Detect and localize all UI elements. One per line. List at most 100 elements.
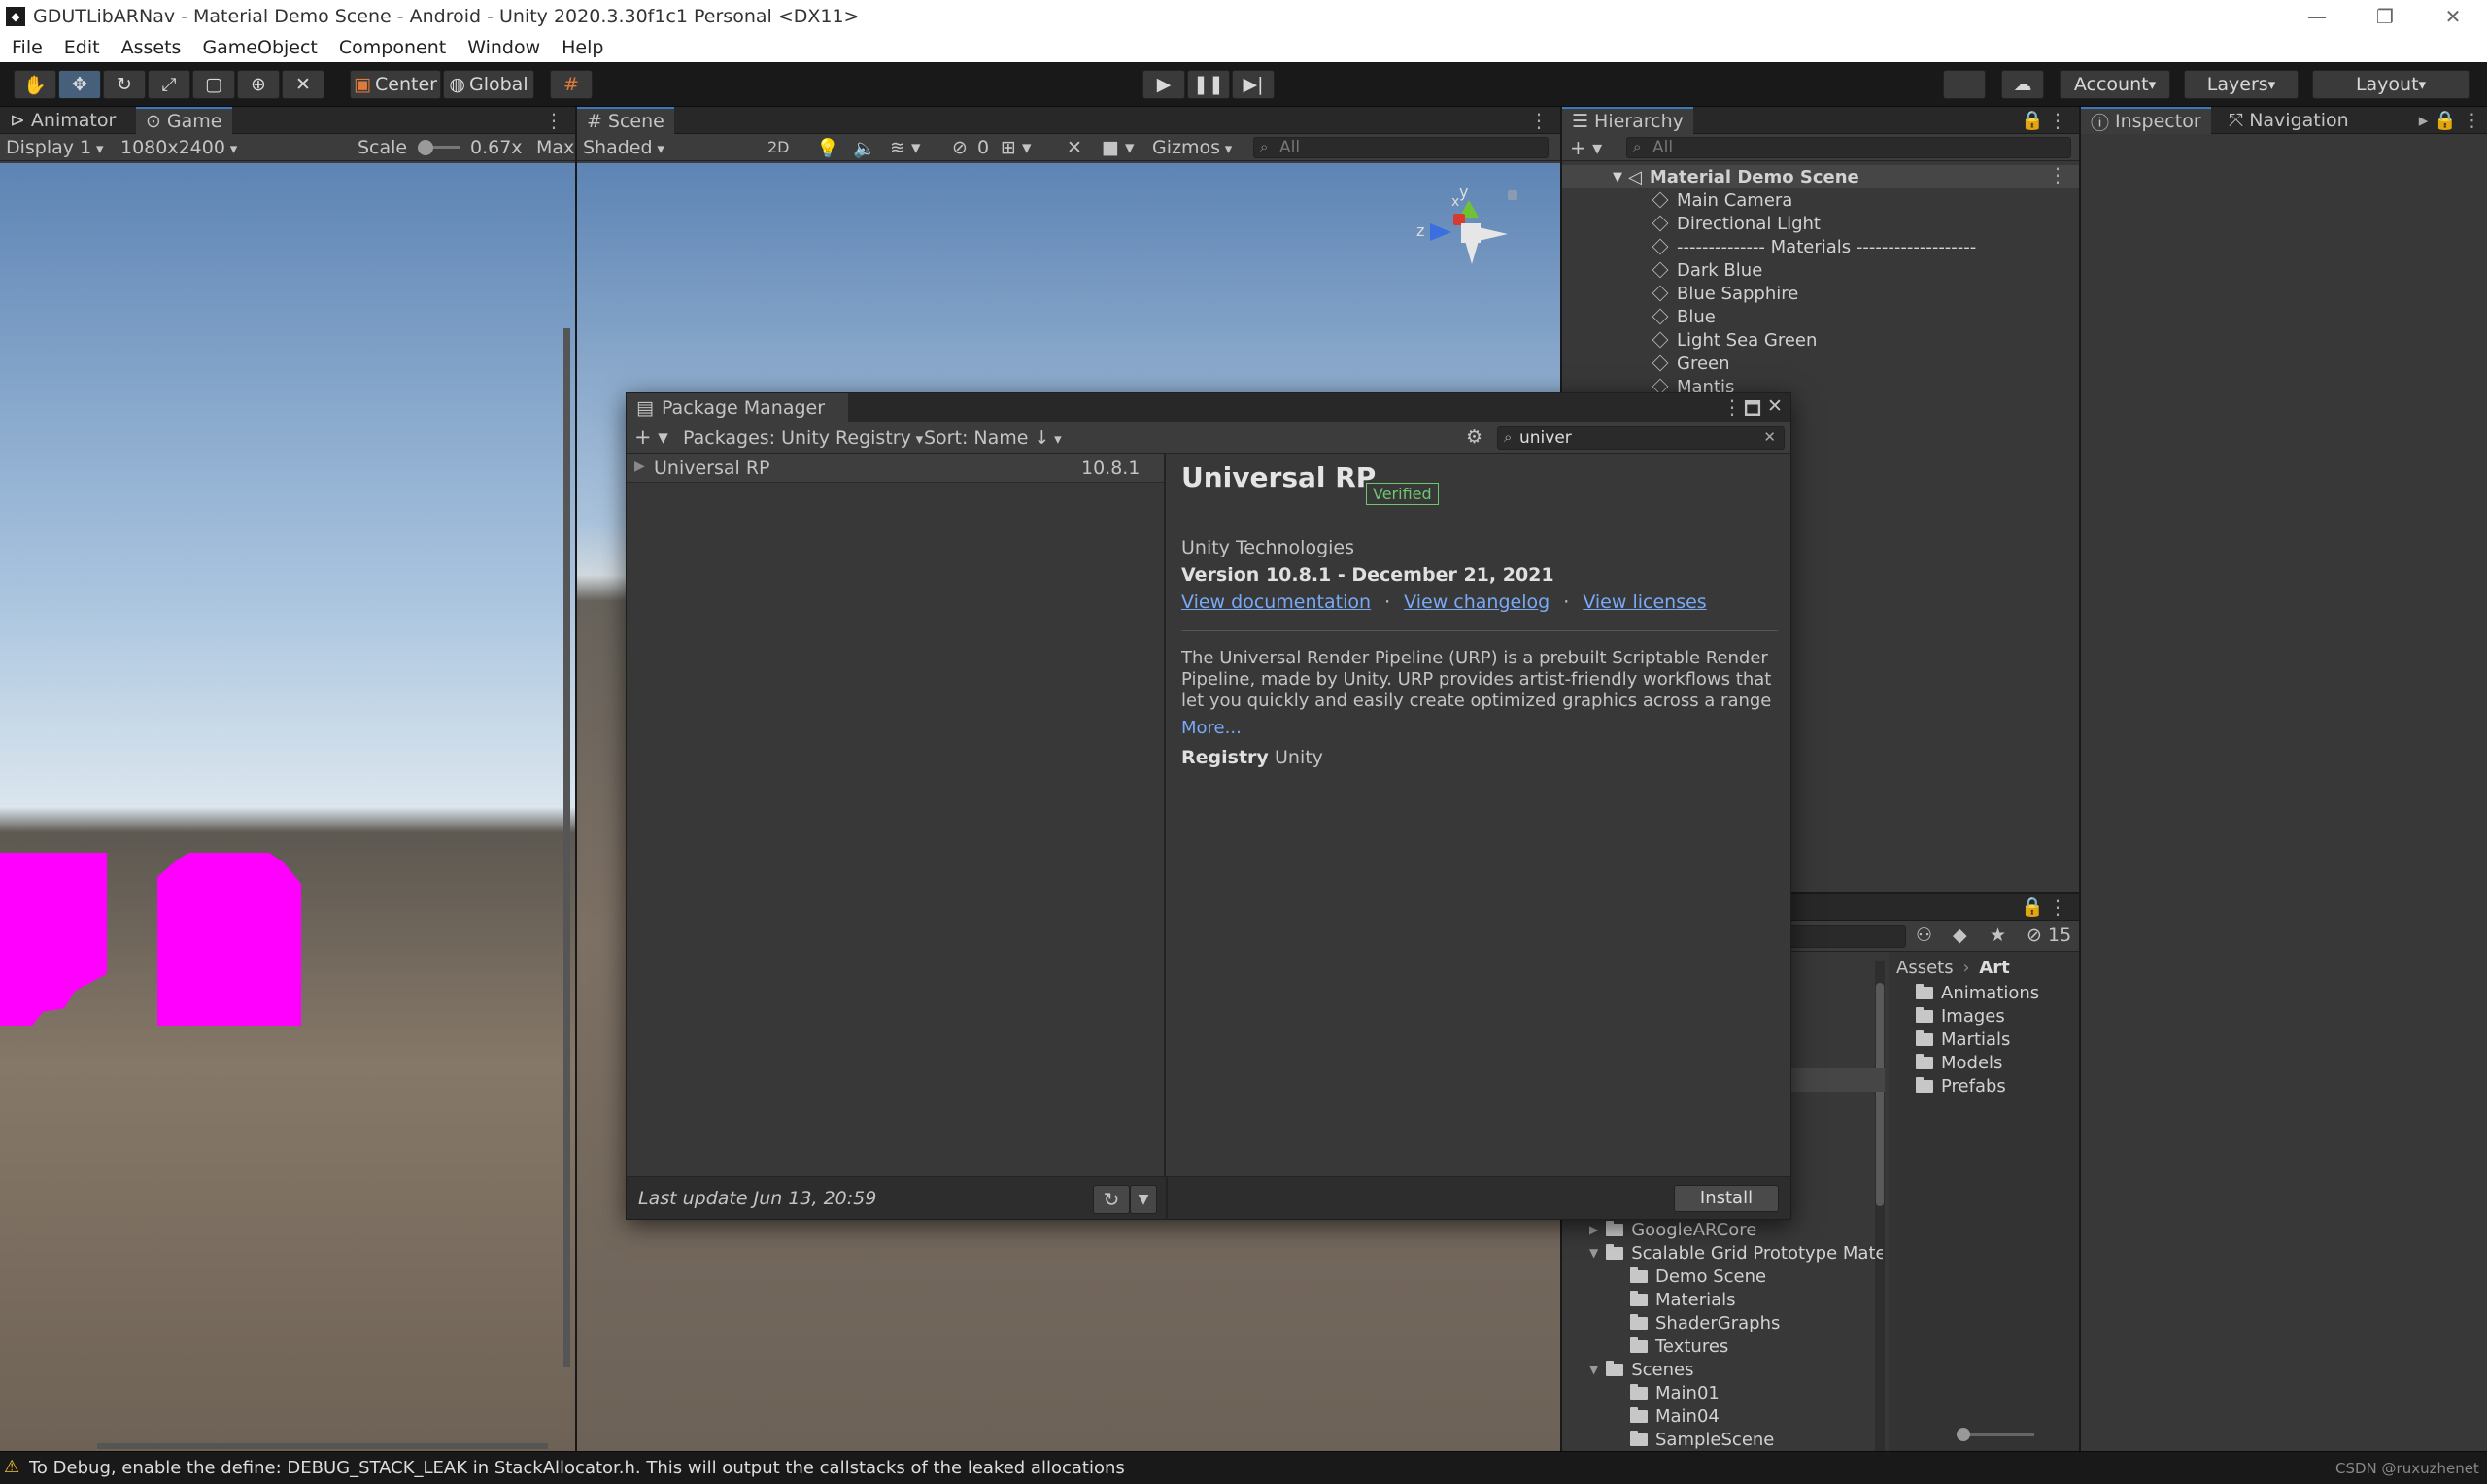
hidden-objects-icon[interactable]: ⊘: [952, 137, 968, 158]
custom-tool-button[interactable]: ✕: [282, 70, 324, 99]
layers-dropdown[interactable]: Layers: [2184, 70, 2299, 99]
pivot-center-button[interactable]: ▣ Center: [350, 70, 441, 99]
list-item[interactable]: ▼ Scalable Grid Prototype Mate: [1562, 1241, 1883, 1265]
hierarchy-add-button[interactable]: + ▾: [1570, 136, 1602, 159]
view-changelog-link[interactable]: View changelog: [1404, 591, 1550, 613]
tools-toggle-icon[interactable]: ✕: [1067, 137, 1082, 158]
list-item[interactable]: Dark Blue: [1562, 258, 1762, 282]
project-lock-icon[interactable]: 🔒: [2021, 895, 2044, 918]
scene-search-input[interactable]: ⌕ All: [1253, 137, 1549, 158]
tab-animator[interactable]: ⊳ Animator: [0, 107, 125, 134]
breadcrumb-assets[interactable]: Assets: [1896, 958, 1954, 978]
scale-slider-handle[interactable]: [418, 140, 433, 155]
scale-tool-button[interactable]: ⤢: [148, 70, 190, 99]
gizmos-dropdown[interactable]: Gizmos: [1152, 137, 1232, 158]
refresh-button[interactable]: ↻: [1093, 1185, 1130, 1214]
list-item[interactable]: -------------- Materials ---------------…: [1562, 235, 1976, 258]
rect-tool-button[interactable]: ▢: [192, 70, 235, 99]
game-vertical-scrollbar[interactable]: [563, 328, 570, 1367]
game-panel-menu-icon[interactable]: ⋮: [544, 109, 563, 132]
list-item[interactable]: Green: [1562, 352, 1730, 375]
hierarchy-search-input[interactable]: ⌕ All: [1626, 137, 2071, 158]
layout-dropdown[interactable]: Layout: [2312, 70, 2470, 99]
collab-button[interactable]: [1943, 70, 1986, 99]
menu-assets[interactable]: Assets: [110, 37, 191, 58]
list-item[interactable]: Images: [1889, 1004, 2005, 1028]
list-item[interactable]: Models: [1889, 1051, 2002, 1074]
list-item[interactable]: Main04: [1562, 1404, 1720, 1428]
pm-sort-dropdown[interactable]: Sort: Name ↓: [924, 427, 1062, 449]
cloud-button[interactable]: ☁: [2001, 70, 2044, 99]
filter-by-label-icon[interactable]: ◆: [1953, 925, 1967, 946]
shading-mode-dropdown[interactable]: Shaded: [583, 137, 752, 158]
transform-tool-button[interactable]: ⊕: [237, 70, 280, 99]
menu-help[interactable]: Help: [550, 37, 613, 58]
pause-button[interactable]: ❚❚: [1187, 70, 1230, 99]
effects-toggle-icon[interactable]: ≋ ▾: [890, 137, 921, 158]
menu-component[interactable]: Component: [327, 37, 456, 58]
list-item[interactable]: ▼ Scenes: [1562, 1358, 1694, 1381]
view-licenses-link[interactable]: View licenses: [1583, 591, 1706, 613]
pm-add-button[interactable]: + ▾: [634, 425, 668, 449]
hierarchy-lock-icon[interactable]: 🔒: [2021, 109, 2044, 131]
icon-size-slider-handle[interactable]: [1957, 1428, 1970, 1441]
menu-gameobject[interactable]: GameObject: [190, 37, 326, 58]
close-button[interactable]: ✕: [2419, 0, 2487, 33]
game-view[interactable]: [0, 163, 575, 1451]
account-dropdown[interactable]: Account: [2060, 70, 2170, 99]
tab-navigation[interactable]: ⤧ Navigation: [2219, 107, 2359, 134]
step-button[interactable]: ▶|: [1232, 70, 1275, 99]
scene-root-row[interactable]: ▼ ◁ Material Demo Scene ⋮: [1562, 163, 2079, 188]
pm-source-dropdown[interactable]: Packages: Unity Registry: [683, 427, 923, 449]
list-item[interactable]: Blue Sapphire: [1562, 282, 1798, 305]
pivot-global-button[interactable]: ◍ Global: [443, 70, 534, 99]
tab-hierarchy[interactable]: ☰ Hierarchy: [1562, 107, 1693, 134]
refresh-options-button[interactable]: ▼: [1130, 1185, 1157, 1214]
hidden-packages-icon[interactable]: ⊘: [2027, 925, 2042, 946]
scene-orientation-gizmo[interactable]: y z x: [1416, 183, 1523, 289]
view-documentation-link[interactable]: View documentation: [1181, 591, 1371, 613]
move-tool-button[interactable]: ✥: [58, 70, 101, 99]
gizmo-center-cube[interactable]: [1461, 223, 1481, 243]
2d-toggle[interactable]: 2D: [767, 138, 790, 156]
clear-search-icon[interactable]: ✕: [1763, 428, 1776, 446]
gizmo-z-cone[interactable]: [1430, 223, 1451, 241]
tree-scrollbar-thumb[interactable]: [1876, 983, 1884, 1206]
list-item[interactable]: Prefabs: [1889, 1074, 2006, 1097]
tab-scene[interactable]: # Scene: [577, 107, 674, 134]
tab-inspector[interactable]: ⓘ Inspector: [2081, 107, 2211, 134]
pm-menu-icon[interactable]: ⋮: [1722, 395, 1742, 419]
hand-tool-button[interactable]: ✋: [14, 70, 56, 99]
grid-toggle-icon[interactable]: ⊞ ▾: [1001, 137, 1032, 158]
list-item[interactable]: Materials: [1562, 1288, 1736, 1311]
list-item[interactable]: Main Camera: [1562, 188, 1792, 212]
gizmo-neg-y-cone[interactable]: [1465, 241, 1479, 264]
project-menu-icon[interactable]: ⋮: [2048, 895, 2067, 919]
list-item[interactable]: Main01: [1562, 1381, 1720, 1404]
list-item[interactable]: Directional Light: [1562, 212, 1821, 235]
inspector-tab-controls-icon[interactable]: ▸ 🔒 ⋮: [2419, 109, 2481, 131]
tab-package-manager[interactable]: ▤ Package Manager: [627, 393, 849, 422]
more-link[interactable]: More...: [1181, 718, 1242, 738]
scene-row-menu-icon[interactable]: ⋮: [2048, 163, 2067, 186]
install-button[interactable]: Install: [1674, 1185, 1779, 1212]
audio-toggle-icon[interactable]: 🔈: [853, 137, 876, 159]
display-dropdown[interactable]: Display 1: [6, 137, 103, 158]
menu-edit[interactable]: Edit: [52, 37, 110, 58]
pm-search-input[interactable]: ⌕ univer ✕: [1497, 426, 1785, 450]
maximize-on-play-toggle[interactable]: Max: [536, 137, 574, 158]
list-item[interactable]: ShaderGraphs: [1562, 1311, 1780, 1334]
grid-snap-button[interactable]: #: [550, 70, 593, 99]
list-item[interactable]: Martials: [1889, 1028, 2010, 1051]
rotate-tool-button[interactable]: ↻: [103, 70, 146, 99]
filter-by-type-icon[interactable]: ⚇: [1916, 925, 1932, 946]
lighting-toggle-icon[interactable]: 💡: [816, 137, 839, 159]
status-message[interactable]: To Debug, enable the define: DEBUG_STACK…: [29, 1458, 1125, 1478]
minimize-button[interactable]: —: [2283, 0, 2351, 33]
table-row[interactable]: ▶ Universal RP 10.8.1: [627, 454, 1164, 483]
camera-icon[interactable]: ■ ▾: [1102, 137, 1135, 158]
list-item[interactable]: Light Sea Green: [1562, 328, 1817, 352]
scene-panel-menu-icon[interactable]: ⋮: [1529, 109, 1549, 132]
gizmo-lock-icon[interactable]: [1508, 190, 1517, 200]
play-button[interactable]: ▶: [1142, 70, 1185, 99]
